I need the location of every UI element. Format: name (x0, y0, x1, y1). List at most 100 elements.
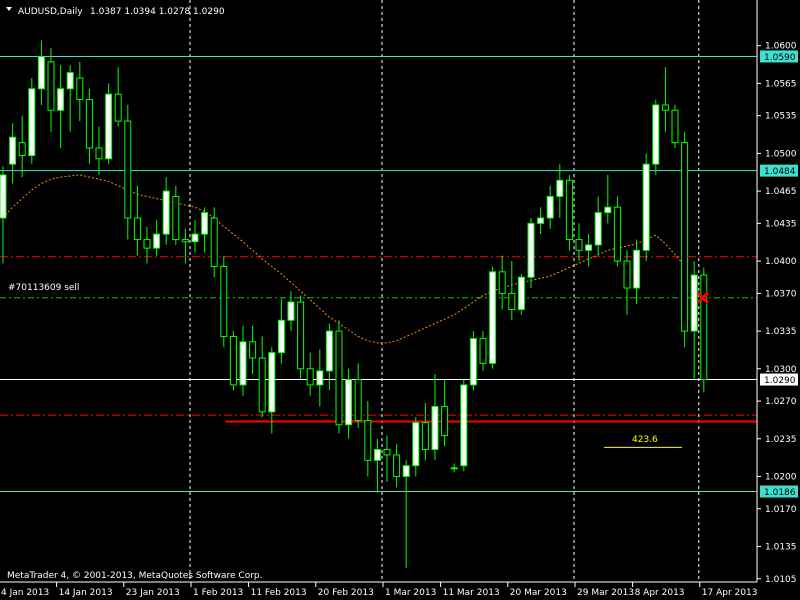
candle (652, 99, 660, 175)
bear-candle-body (220, 265, 228, 337)
time-tick-label: 29 Mar 2013 (577, 588, 634, 598)
bull-candle-body (287, 301, 295, 321)
bear-candle-body (143, 239, 151, 249)
price-tick-label: 1.0400 (765, 257, 797, 267)
bull-candle-body (277, 319, 285, 354)
candle (460, 379, 468, 472)
bull-candle-body (105, 93, 113, 160)
candle (335, 320, 343, 434)
time-tick-label: 17 Apr 2013 (702, 588, 758, 598)
candle (517, 274, 525, 315)
bull-candle-body (633, 249, 641, 289)
bear-candle-body (354, 379, 362, 421)
order-label: #70113609 sell (8, 283, 79, 293)
bull-candle-body (527, 222, 535, 278)
price-tick-label: 1.0105 (765, 575, 797, 585)
price-line-label-text: 1.0186 (764, 488, 796, 498)
bear-candle-body (297, 301, 305, 370)
bear-candle-body (575, 239, 583, 251)
bull-candle-body (690, 274, 698, 332)
bull-candle-body (57, 88, 65, 111)
bear-candle-body (249, 341, 257, 359)
candle (613, 196, 621, 267)
price-line-label-text: 1.0590 (764, 53, 796, 63)
time-tick-label: 20 Mar 2013 (510, 588, 567, 598)
bear-candle-body (700, 274, 708, 381)
price-tick-label: 1.0300 (765, 365, 797, 375)
time-tick-label: 14 Jan 2013 (59, 588, 113, 598)
bear-candle-body (335, 330, 343, 426)
bull-candle-body (594, 212, 602, 246)
bull-candle-body (546, 195, 554, 219)
bull-candle-body (604, 206, 612, 214)
candle (229, 331, 237, 391)
candle (642, 153, 650, 262)
bull-candle-body (469, 338, 477, 386)
bull-candle-body (0, 174, 7, 219)
bear-candle-body (681, 142, 689, 332)
bear-candle-body (671, 109, 679, 144)
candle (210, 207, 218, 278)
bear-candle-body (421, 422, 429, 451)
bear-candle-body (133, 217, 141, 241)
bull-candle-body (9, 136, 17, 165)
time-tick-label: 8 Apr 2013 (635, 588, 685, 598)
bull-candle-body (316, 370, 324, 386)
bull-candle-body (201, 212, 209, 235)
candle (469, 331, 477, 391)
price-tick-label: 1.0600 (765, 42, 797, 52)
bull-candle-body (239, 341, 247, 386)
candle (527, 218, 535, 288)
price-tick-label: 1.0335 (765, 327, 797, 337)
time-tick-label: 23 Jan 2013 (126, 588, 180, 598)
bull-candle-body (517, 276, 525, 311)
bull-candle-body (153, 233, 161, 249)
bull-candle-body (460, 384, 468, 467)
bull-candle-body (585, 244, 593, 251)
bull-candle-body (537, 217, 545, 224)
price-tick-label: 1.0235 (765, 435, 797, 445)
price-tick-label: 1.0435 (765, 219, 797, 229)
bull-candle-body (66, 72, 74, 90)
bear-candle-body (172, 195, 180, 241)
bear-candle-body (306, 368, 314, 386)
time-tick-label: 1 Feb 2013 (193, 588, 243, 598)
bull-candle-body (28, 88, 36, 157)
price-tick-label: 1.0565 (765, 79, 797, 89)
bear-candle-body (229, 335, 237, 386)
price-tick-label: 1.0370 (765, 289, 797, 299)
price-chart[interactable]: 1.0600 1.0565 1.0535 1.0500 1.0465 1.0435 1.04… (0, 0, 800, 600)
bear-candle-body (95, 147, 103, 160)
bear-candle-body (623, 260, 631, 289)
ohlc-label: 1.0387 1.0394 1.0278 1.0290 (90, 7, 225, 17)
candle (105, 83, 113, 165)
candle (700, 267, 708, 393)
bear-candle-body (508, 292, 516, 311)
time-tick-label: 4 Jan 2013 (1, 588, 49, 598)
bear-candle-body (565, 179, 573, 241)
price-tick-label: 1.0200 (765, 472, 797, 482)
candle (565, 174, 573, 251)
time-tick-label: 11 Mar 2013 (443, 588, 500, 598)
price-tick-label: 1.0135 (765, 542, 797, 552)
bull-candle-body (450, 467, 458, 470)
bull-candle-body (191, 233, 199, 243)
candle (681, 131, 689, 348)
bear-candle-body (181, 239, 189, 243)
bear-candle-body (383, 449, 391, 456)
bull-candle-body (402, 465, 410, 477)
bull-candle-body (37, 55, 45, 90)
bull-candle-body (556, 179, 564, 197)
bear-candle-body (18, 142, 26, 157)
time-tick-label: 11 Feb 2013 (251, 588, 307, 598)
bear-candle-body (393, 454, 401, 477)
bear-candle-body (210, 217, 218, 267)
bear-candle-body (498, 271, 506, 294)
chart-background (0, 0, 800, 600)
bull-candle-body (489, 271, 497, 364)
bear-candle-body (364, 419, 372, 461)
bull-candle-body (431, 405, 439, 451)
bull-candle-body (412, 422, 420, 467)
bear-candle-body (441, 405, 449, 437)
bear-candle-body (114, 93, 122, 122)
